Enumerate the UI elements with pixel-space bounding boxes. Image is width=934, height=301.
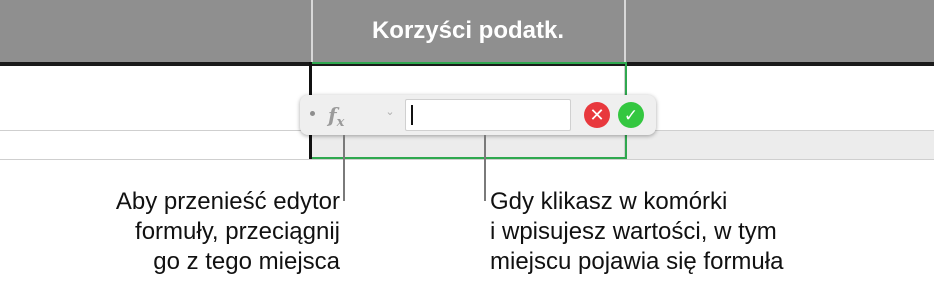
fx-icon[interactable]: fx bbox=[328, 101, 345, 130]
callout-line: go z tego miejsca bbox=[153, 248, 340, 275]
formula-input[interactable] bbox=[405, 99, 571, 131]
cancel-button[interactable]: ✕ bbox=[584, 102, 610, 128]
text-caret bbox=[411, 105, 413, 125]
callout-formula-hint: Gdy klikasz w komórki i wpisujesz wartoś… bbox=[490, 187, 783, 277]
callout-line: miejscu pojawia się formuła bbox=[490, 248, 784, 275]
drag-handle-icon[interactable] bbox=[310, 111, 315, 116]
callout-line: formuły, przeciągnij bbox=[135, 218, 340, 245]
chevron-down-icon[interactable]: ⌄ bbox=[384, 105, 396, 119]
header-column-divider[interactable] bbox=[624, 0, 626, 62]
fx-label-f: f bbox=[328, 103, 337, 127]
callout-leader-line bbox=[484, 135, 486, 201]
confirm-button[interactable]: ✓ bbox=[618, 102, 644, 128]
fx-label-x: x bbox=[336, 115, 345, 130]
spreadsheet-table: Korzyści podatk. bbox=[0, 0, 934, 160]
callout-leader-line bbox=[343, 135, 345, 201]
row-gridline bbox=[0, 159, 934, 160]
callout-line: Aby przenieść edytor bbox=[115, 188, 340, 215]
callout-drag-hint: Aby przenieść edytor formuły, przeciągni… bbox=[116, 187, 340, 277]
column-header-cell[interactable]: Korzyści podatk. bbox=[312, 0, 624, 62]
callout-line: i wpisujesz wartości, w tym bbox=[490, 218, 777, 245]
callout-line: Gdy klikasz w komórki bbox=[490, 188, 728, 215]
formula-editor[interactable]: fx ⌄ ✕ ✓ bbox=[300, 95, 656, 135]
